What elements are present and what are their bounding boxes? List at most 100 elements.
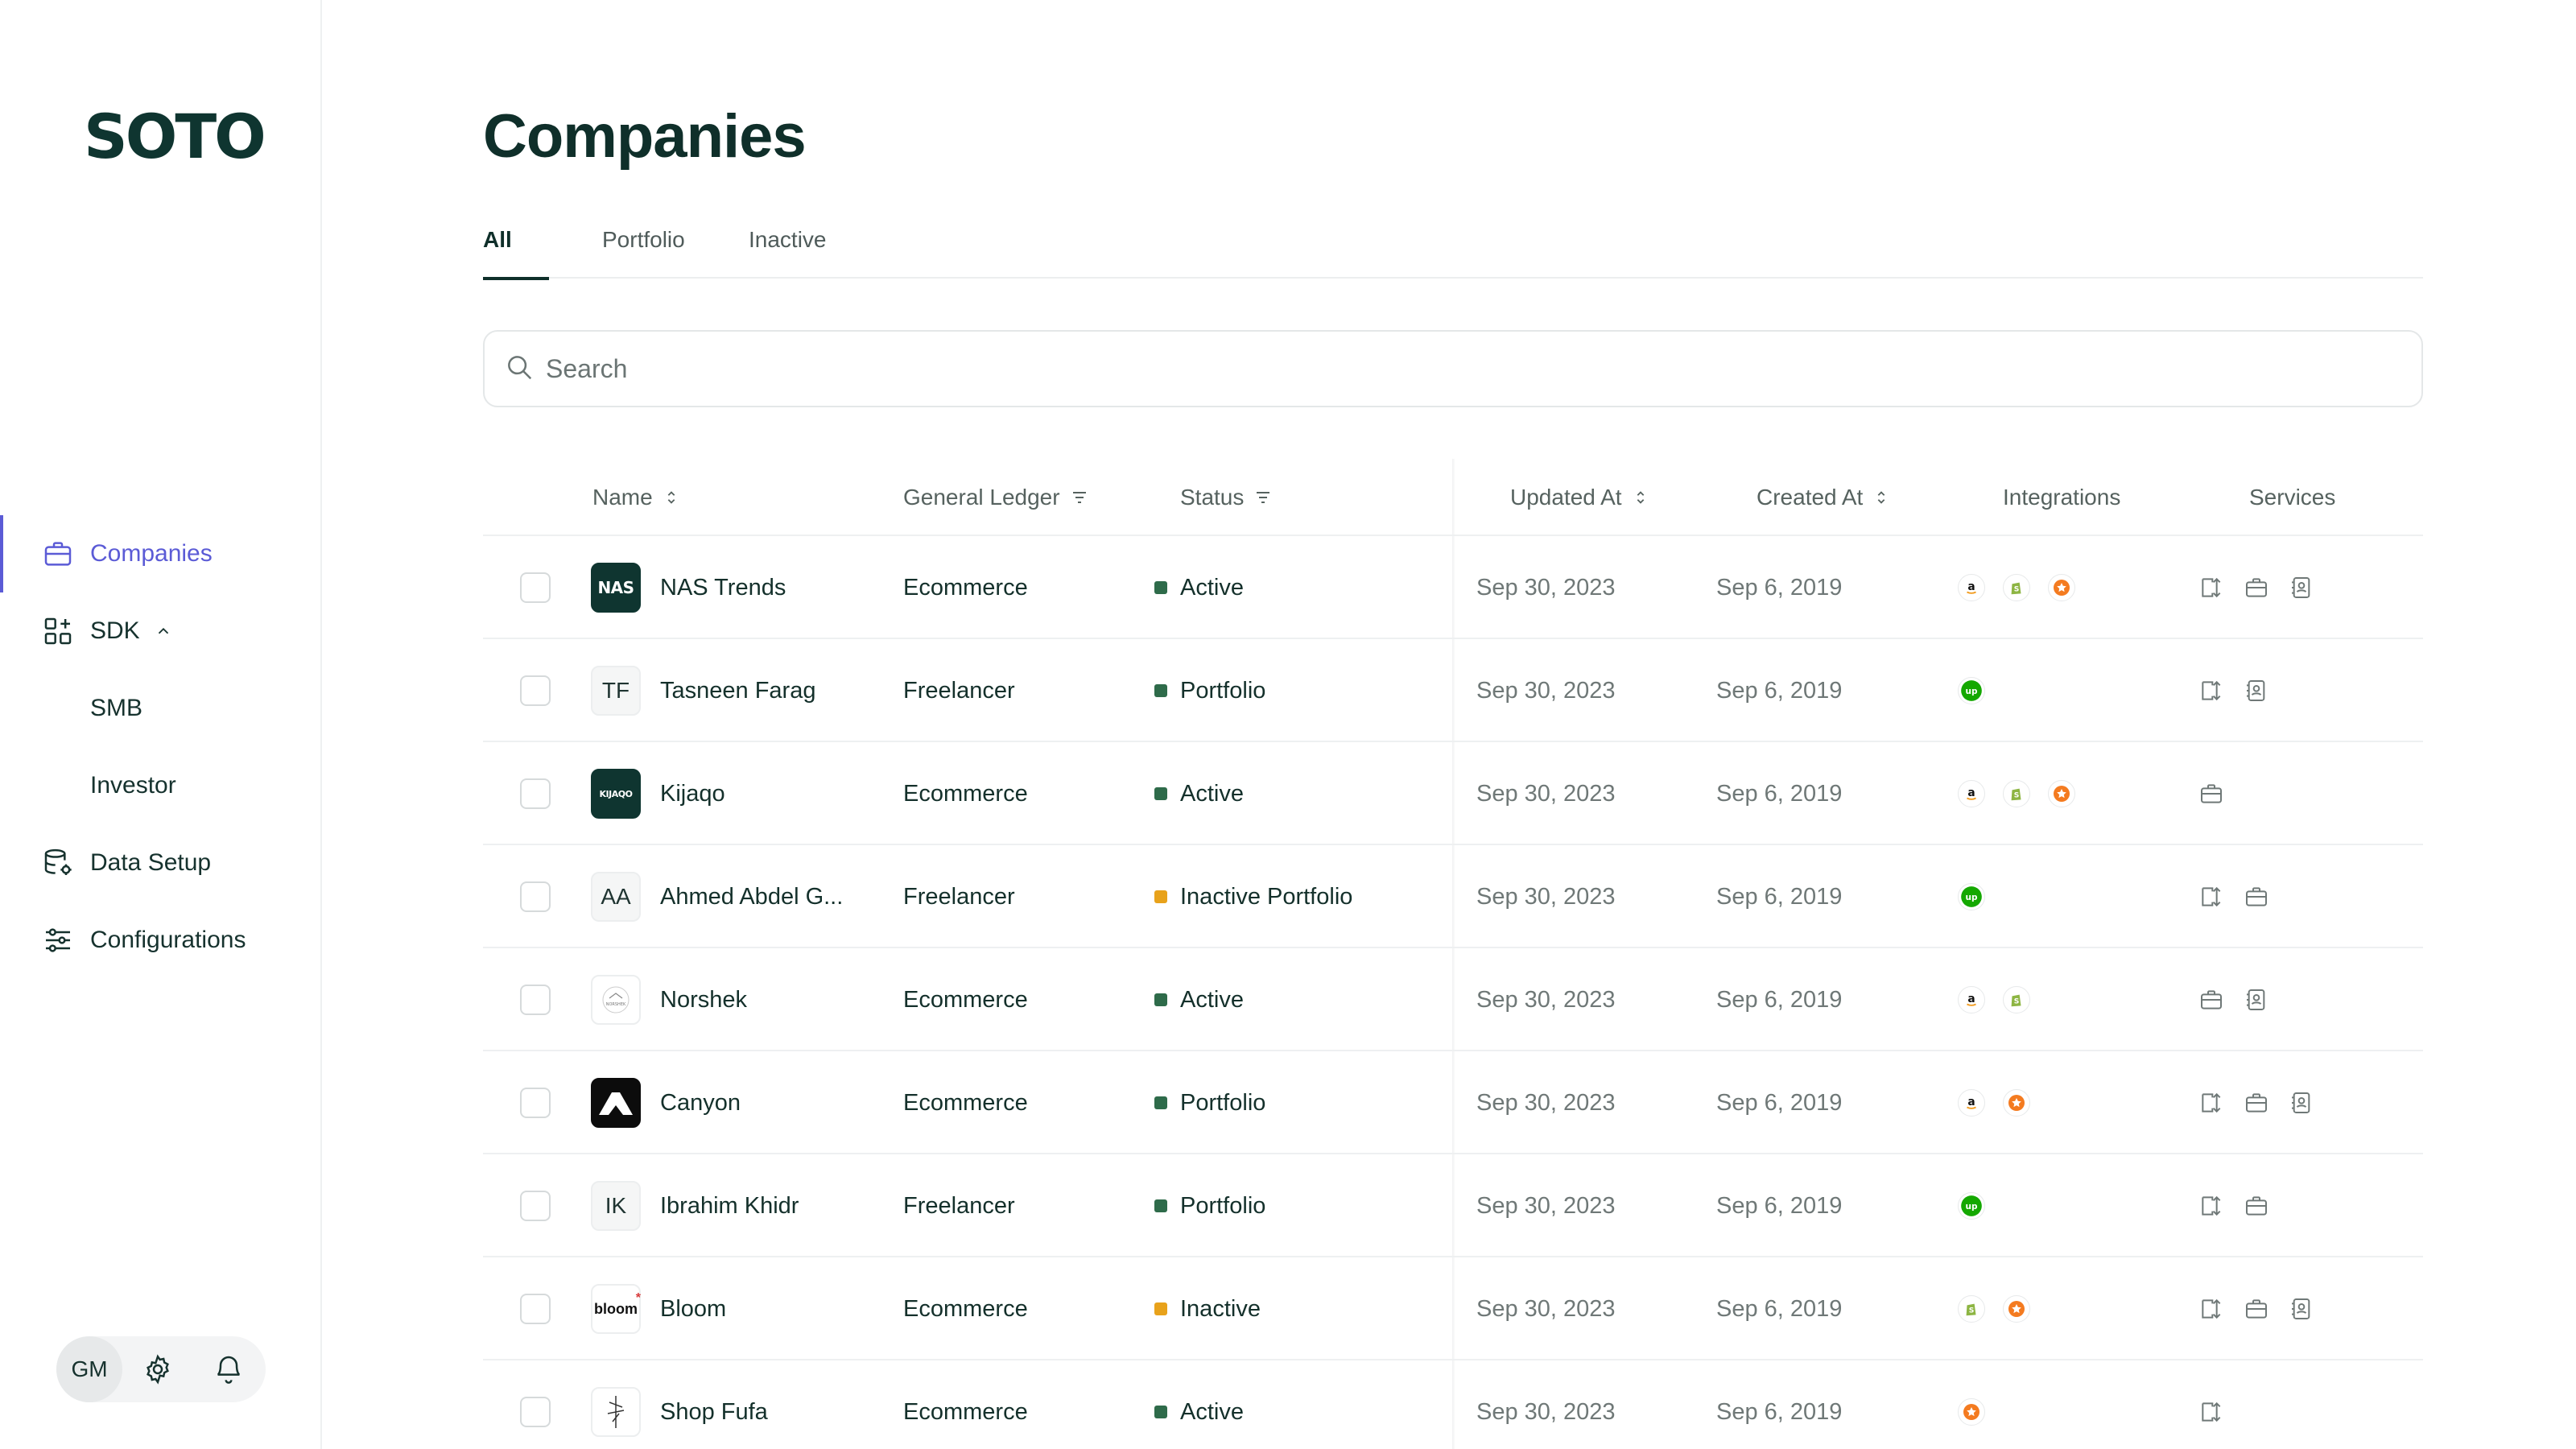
brand-logo[interactable]: SOTO [84,105,266,169]
column-header-created[interactable]: Created At [1757,459,1890,536]
column-header-updated[interactable]: Updated At [1510,459,1649,536]
tab-inactive[interactable]: Inactive [749,217,827,279]
table-row[interactable]: AA Ahmed Abdel G... Freelancer Inactive Por… [483,845,2423,948]
row-checkbox[interactable] [520,985,551,1015]
row-checkbox[interactable] [520,1397,551,1427]
sidebar-item-sdk[interactable]: SDK [0,592,320,670]
table-row[interactable]: Shop Fufa Ecommerce Active Sep 30, 2023 Sep … [483,1360,2423,1449]
company-cell[interactable]: IK Ibrahim Khidr [591,1154,799,1257]
contact-service-icon[interactable] [2243,677,2270,704]
row-checkbox-cell [520,1154,551,1257]
company-logo [591,1387,641,1437]
briefcase-service-icon[interactable] [2198,986,2225,1013]
tab-all[interactable]: All [483,217,549,280]
status-cell: Inactive Portfolio [1154,845,1352,948]
sidebar-item-label: Companies [90,540,213,567]
search-input[interactable] [546,353,2317,384]
table-row[interactable]: KIJAQO Kijaqo Ecommerce Active Sep 30, 2023 S… [483,742,2423,845]
briefcase-service-icon[interactable] [2243,883,2270,910]
column-header-ledger[interactable]: General Ledger [903,459,1089,536]
table-row[interactable]: IK Ibrahim Khidr Freelancer Portfolio Sep 30… [483,1154,2423,1257]
status-dot [1154,1302,1167,1315]
tab-portfolio[interactable]: Portfolio [602,217,685,279]
table-row[interactable]: Canyon Ecommerce Portfolio Sep 30, 2023 Sep … [483,1051,2423,1154]
table-row[interactable]: TF Tasneen Farag Freelancer Portfolio Sep 30… [483,639,2423,742]
companies-table: Name General Ledger Status Updated At Cr… [483,459,2423,1449]
updated-at-cell: Sep 30, 2023 [1476,1295,1616,1322]
integrations-cell: up [1958,845,2003,948]
company-cell[interactable]: Shop Fufa [591,1360,768,1449]
integrations-cell: aS [1958,536,2093,639]
services-cell [2198,639,2288,742]
status-badge: Active [1180,574,1244,601]
transfer-service-icon[interactable] [2198,883,2225,910]
table-row[interactable]: bloom * Bloom Ecommerce Inactive Sep 30, 2023… [483,1257,2423,1360]
company-logo [591,1078,641,1128]
star-integration-icon [2048,574,2075,601]
svg-text:S: S [1969,1307,1975,1315]
company-cell[interactable]: NAS NAS Trends [591,536,786,639]
briefcase-service-icon[interactable] [2243,1192,2270,1220]
row-checkbox-cell [520,639,551,742]
row-checkbox[interactable] [520,1088,551,1118]
row-checkbox[interactable] [520,778,551,809]
company-cell[interactable]: KIJAQO Kijaqo [591,742,725,845]
bell-icon[interactable] [193,1336,264,1402]
contact-service-icon[interactable] [2243,986,2270,1013]
contact-service-icon[interactable] [2288,1089,2315,1117]
contact-service-icon[interactable] [2288,1295,2315,1323]
transfer-service-icon[interactable] [2198,1295,2225,1323]
status-dot [1154,1406,1167,1418]
updated-at-cell: Sep 30, 2023 [1476,883,1616,910]
table-row[interactable]: NORSHEK Norshek Ecommerce Active Sep 30, 202… [483,948,2423,1051]
sidebar-item-data-setup[interactable]: Data Setup [0,824,320,902]
briefcase-service-icon[interactable] [2243,1295,2270,1323]
status-cell: Active [1154,536,1244,639]
table-row[interactable]: NAS NAS Trends Ecommerce Active Sep 30, 2023… [483,536,2423,639]
column-header-name[interactable]: Name [592,459,680,536]
briefcase-service-icon[interactable] [2243,1089,2270,1117]
row-checkbox[interactable] [520,881,551,912]
shopify-integration-icon: S [2003,986,2030,1013]
status-cell: Active [1154,1360,1244,1449]
row-checkbox[interactable] [520,675,551,706]
status-dot [1154,581,1167,594]
avatar[interactable]: GM [56,1336,122,1402]
status-badge: Portfolio [1180,1192,1266,1219]
amazon-integration-icon: a [1958,780,1985,807]
integrations-cell: aS [1958,742,2093,845]
company-cell[interactable]: Canyon [591,1051,741,1154]
integrations-cell: up [1958,639,2003,742]
company-cell[interactable]: TF Tasneen Farag [591,639,815,742]
search-icon [504,352,535,386]
transfer-service-icon[interactable] [2198,677,2225,704]
company-cell[interactable]: AA Ahmed Abdel G... [591,845,843,948]
company-cell[interactable]: bloom * Bloom [591,1257,726,1360]
ledger-cell: Ecommerce [903,1398,1028,1425]
sidebar-item-configurations[interactable]: Configurations [0,902,320,979]
row-checkbox[interactable] [520,1294,551,1324]
company-cell[interactable]: NORSHEK Norshek [591,948,747,1051]
row-checkbox[interactable] [520,1191,551,1221]
company-name: Ahmed Abdel G... [660,883,844,910]
transfer-service-icon[interactable] [2198,574,2225,601]
briefcase-service-icon[interactable] [2243,574,2270,601]
integrations-cell: aS [1958,948,2048,1051]
status-cell: Portfolio [1154,639,1265,742]
company-name: NAS Trends [660,574,786,601]
transfer-service-icon[interactable] [2198,1089,2225,1117]
briefcase-service-icon[interactable] [2198,780,2225,807]
sidebar-item-smb[interactable]: SMB [0,670,320,747]
sidebar-item-investor[interactable]: Investor [0,747,320,824]
row-checkbox[interactable] [520,572,551,603]
transfer-service-icon[interactable] [2198,1192,2225,1220]
sidebar-item-companies[interactable]: Companies [0,515,320,592]
filter-icon [1070,488,1089,507]
transfer-service-icon[interactable] [2198,1398,2225,1426]
star-integration-icon [1958,1398,1985,1426]
sidebar-item-label: SDK [90,617,140,644]
contact-service-icon[interactable] [2288,574,2315,601]
updated-at-cell: Sep 30, 2023 [1476,986,1616,1013]
column-header-status[interactable]: Status [1180,459,1273,536]
gear-icon[interactable] [122,1336,193,1402]
